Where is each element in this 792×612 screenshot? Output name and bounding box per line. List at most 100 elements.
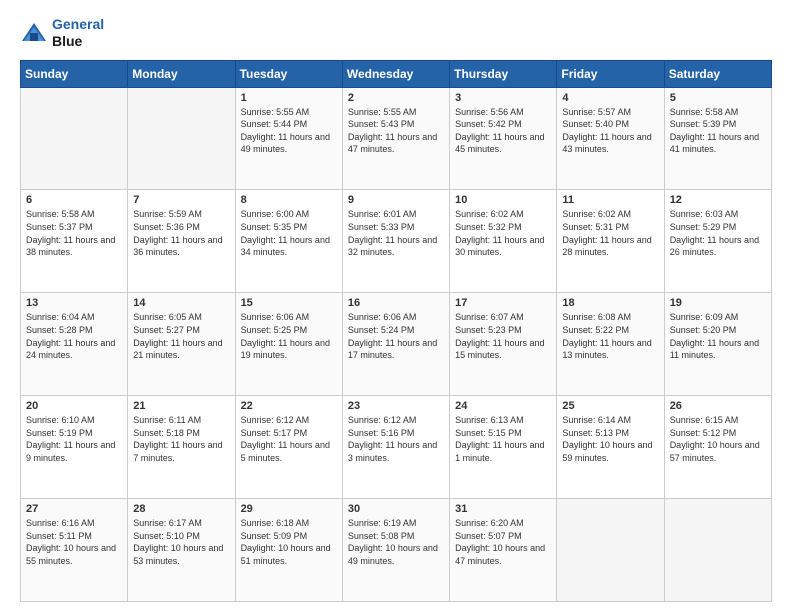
- calendar-cell: 6 Sunrise: 5:58 AM Sunset: 5:37 PM Daylig…: [21, 190, 128, 293]
- day-info: Sunrise: 5:59 AM Sunset: 5:36 PM Dayligh…: [133, 208, 229, 258]
- day-number: 15: [241, 297, 337, 309]
- logo: General Blue: [20, 16, 104, 50]
- calendar-cell: 2 Sunrise: 5:55 AM Sunset: 5:43 PM Daylig…: [342, 87, 449, 190]
- day-info: Sunrise: 6:14 AM Sunset: 5:13 PM Dayligh…: [562, 414, 658, 464]
- header: General Blue: [20, 16, 772, 50]
- day-number: 28: [133, 503, 229, 515]
- day-number: 18: [562, 297, 658, 309]
- day-info: Sunrise: 5:58 AM Sunset: 5:39 PM Dayligh…: [670, 106, 766, 156]
- day-number: 3: [455, 92, 551, 104]
- day-header-sunday: Sunday: [21, 60, 128, 87]
- day-number: 30: [348, 503, 444, 515]
- day-number: 16: [348, 297, 444, 309]
- calendar-cell: 8 Sunrise: 6:00 AM Sunset: 5:35 PM Daylig…: [235, 190, 342, 293]
- day-number: 22: [241, 400, 337, 412]
- day-info: Sunrise: 6:02 AM Sunset: 5:31 PM Dayligh…: [562, 208, 658, 258]
- day-info: Sunrise: 5:58 AM Sunset: 5:37 PM Dayligh…: [26, 208, 122, 258]
- calendar-cell: [664, 499, 771, 602]
- day-header-saturday: Saturday: [664, 60, 771, 87]
- day-number: 26: [670, 400, 766, 412]
- day-number: 21: [133, 400, 229, 412]
- calendar-body: 1 Sunrise: 5:55 AM Sunset: 5:44 PM Daylig…: [21, 87, 772, 601]
- day-header-friday: Friday: [557, 60, 664, 87]
- day-info: Sunrise: 6:09 AM Sunset: 5:20 PM Dayligh…: [670, 311, 766, 361]
- day-number: 19: [670, 297, 766, 309]
- day-number: 29: [241, 503, 337, 515]
- calendar-cell: 24Sunrise: 6:13 AM Sunset: 5:15 PM Dayli…: [450, 396, 557, 499]
- day-number: 20: [26, 400, 122, 412]
- calendar-cell: [557, 499, 664, 602]
- calendar-cell: 17Sunrise: 6:07 AM Sunset: 5:23 PM Dayli…: [450, 293, 557, 396]
- day-info: Sunrise: 6:08 AM Sunset: 5:22 PM Dayligh…: [562, 311, 658, 361]
- calendar-cell: 1 Sunrise: 5:55 AM Sunset: 5:44 PM Daylig…: [235, 87, 342, 190]
- day-number: 6: [26, 194, 122, 206]
- day-info: Sunrise: 6:01 AM Sunset: 5:33 PM Dayligh…: [348, 208, 444, 258]
- day-number: 8: [241, 194, 337, 206]
- day-number: 24: [455, 400, 551, 412]
- day-info: Sunrise: 5:55 AM Sunset: 5:43 PM Dayligh…: [348, 106, 444, 156]
- day-info: Sunrise: 6:06 AM Sunset: 5:24 PM Dayligh…: [348, 311, 444, 361]
- calendar-cell: 12Sunrise: 6:03 AM Sunset: 5:29 PM Dayli…: [664, 190, 771, 293]
- calendar-cell: 23 Sunrise: 6:12 AM Sunset: 5:16 PM Dayli…: [342, 396, 449, 499]
- day-number: 13: [26, 297, 122, 309]
- week-row-2: 6 Sunrise: 5:58 AM Sunset: 5:37 PM Daylig…: [21, 190, 772, 293]
- day-info: Sunrise: 5:56 AM Sunset: 5:42 PM Dayligh…: [455, 106, 551, 156]
- calendar-cell: 20 Sunrise: 6:10 AM Sunset: 5:19 PM Dayli…: [21, 396, 128, 499]
- week-row-4: 20 Sunrise: 6:10 AM Sunset: 5:19 PM Dayli…: [21, 396, 772, 499]
- day-number: 10: [455, 194, 551, 206]
- day-info: Sunrise: 6:02 AM Sunset: 5:32 PM Dayligh…: [455, 208, 551, 258]
- page: General Blue SundayMondayTuesdayWednesda…: [0, 0, 792, 612]
- day-info: Sunrise: 6:12 AM Sunset: 5:16 PM Dayligh…: [348, 414, 444, 464]
- day-number: 2: [348, 92, 444, 104]
- calendar-cell: 10 Sunrise: 6:02 AM Sunset: 5:32 PM Dayli…: [450, 190, 557, 293]
- day-number: 12: [670, 194, 766, 206]
- day-number: 14: [133, 297, 229, 309]
- calendar-cell: 4 Sunrise: 5:57 AM Sunset: 5:40 PM Daylig…: [557, 87, 664, 190]
- calendar-cell: [128, 87, 235, 190]
- day-number: 5: [670, 92, 766, 104]
- day-number: 25: [562, 400, 658, 412]
- day-info: Sunrise: 6:19 AM Sunset: 5:08 PM Dayligh…: [348, 517, 444, 567]
- calendar-cell: 18 Sunrise: 6:08 AM Sunset: 5:22 PM Dayli…: [557, 293, 664, 396]
- calendar-cell: 29Sunrise: 6:18 AM Sunset: 5:09 PM Dayli…: [235, 499, 342, 602]
- calendar-cell: 13 Sunrise: 6:04 AM Sunset: 5:28 PM Dayli…: [21, 293, 128, 396]
- calendar-cell: 21Sunrise: 6:11 AM Sunset: 5:18 PM Dayli…: [128, 396, 235, 499]
- calendar-cell: 14 Sunrise: 6:05 AM Sunset: 5:27 PM Dayli…: [128, 293, 235, 396]
- day-header-thursday: Thursday: [450, 60, 557, 87]
- calendar-cell: 3 Sunrise: 5:56 AM Sunset: 5:42 PM Daylig…: [450, 87, 557, 190]
- calendar-cell: 16 Sunrise: 6:06 AM Sunset: 5:24 PM Dayli…: [342, 293, 449, 396]
- calendar-cell: [21, 87, 128, 190]
- day-info: Sunrise: 6:15 AM Sunset: 5:12 PM Dayligh…: [670, 414, 766, 464]
- day-number: 4: [562, 92, 658, 104]
- calendar-cell: 19 Sunrise: 6:09 AM Sunset: 5:20 PM Dayli…: [664, 293, 771, 396]
- day-number: 1: [241, 92, 337, 104]
- calendar-cell: 7 Sunrise: 5:59 AM Sunset: 5:36 PM Daylig…: [128, 190, 235, 293]
- day-info: Sunrise: 6:00 AM Sunset: 5:35 PM Dayligh…: [241, 208, 337, 258]
- day-number: 7: [133, 194, 229, 206]
- day-info: Sunrise: 6:05 AM Sunset: 5:27 PM Dayligh…: [133, 311, 229, 361]
- day-info: Sunrise: 6:04 AM Sunset: 5:28 PM Dayligh…: [26, 311, 122, 361]
- day-info: Sunrise: 6:17 AM Sunset: 5:10 PM Dayligh…: [133, 517, 229, 567]
- day-header-tuesday: Tuesday: [235, 60, 342, 87]
- day-info: Sunrise: 6:16 AM Sunset: 5:11 PM Dayligh…: [26, 517, 122, 567]
- calendar-cell: 11 Sunrise: 6:02 AM Sunset: 5:31 PM Dayli…: [557, 190, 664, 293]
- day-info: Sunrise: 6:06 AM Sunset: 5:25 PM Dayligh…: [241, 311, 337, 361]
- day-info: Sunrise: 5:55 AM Sunset: 5:44 PM Dayligh…: [241, 106, 337, 156]
- day-info: Sunrise: 6:07 AM Sunset: 5:23 PM Dayligh…: [455, 311, 551, 361]
- calendar-table: SundayMondayTuesdayWednesdayThursdayFrid…: [20, 60, 772, 602]
- week-row-5: 27 Sunrise: 6:16 AM Sunset: 5:11 PM Dayli…: [21, 499, 772, 602]
- logo-icon: [20, 21, 48, 45]
- day-info: Sunrise: 5:57 AM Sunset: 5:40 PM Dayligh…: [562, 106, 658, 156]
- day-info: Sunrise: 6:10 AM Sunset: 5:19 PM Dayligh…: [26, 414, 122, 464]
- day-number: 27: [26, 503, 122, 515]
- calendar-cell: 27 Sunrise: 6:16 AM Sunset: 5:11 PM Dayli…: [21, 499, 128, 602]
- logo-text: General Blue: [52, 16, 104, 50]
- day-number: 11: [562, 194, 658, 206]
- week-row-1: 1 Sunrise: 5:55 AM Sunset: 5:44 PM Daylig…: [21, 87, 772, 190]
- day-number: 9: [348, 194, 444, 206]
- calendar-cell: 30 Sunrise: 6:19 AM Sunset: 5:08 PM Dayli…: [342, 499, 449, 602]
- calendar-cell: 31Sunrise: 6:20 AM Sunset: 5:07 PM Dayli…: [450, 499, 557, 602]
- day-info: Sunrise: 6:20 AM Sunset: 5:07 PM Dayligh…: [455, 517, 551, 567]
- calendar-cell: 26 Sunrise: 6:15 AM Sunset: 5:12 PM Dayli…: [664, 396, 771, 499]
- day-number: 23: [348, 400, 444, 412]
